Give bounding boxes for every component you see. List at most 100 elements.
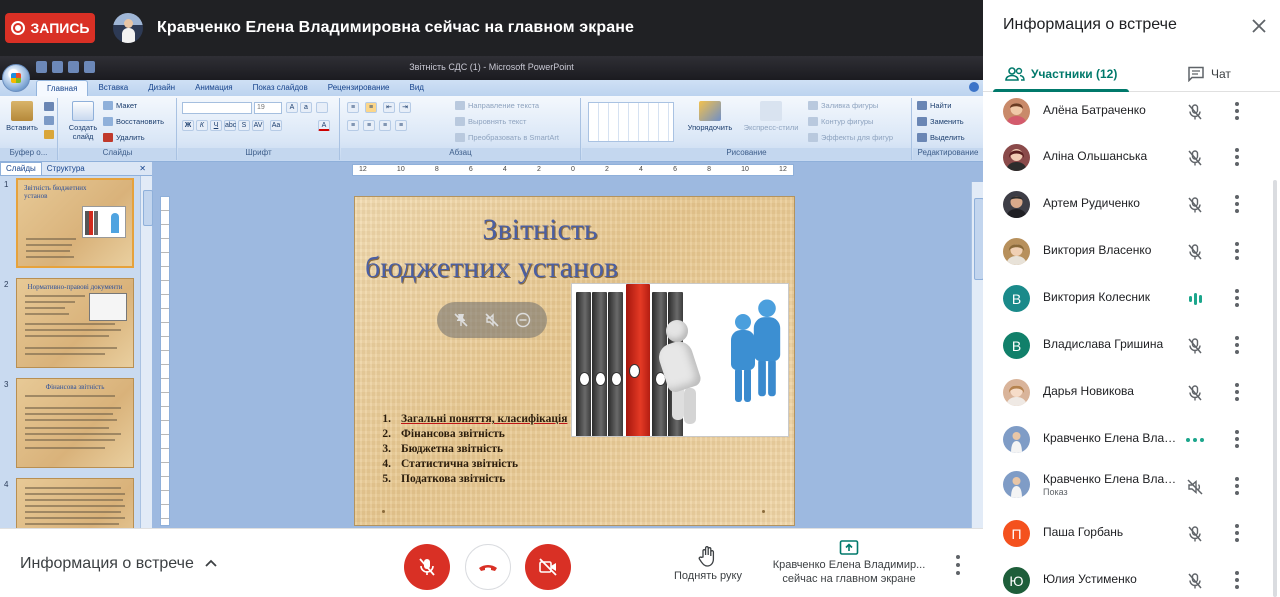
participant-row[interactable]: Кравченко Елена Влад... Показ: [983, 467, 1280, 513]
close-pane-icon: ✕: [139, 164, 146, 173]
spacing-icon: AV: [252, 120, 264, 131]
tab-participants[interactable]: Участники (12): [1005, 56, 1117, 92]
record-icon: [10, 21, 25, 35]
shape-outline-button: Контур фигуры: [808, 117, 873, 126]
slide-title-line1: Звітність: [482, 213, 598, 246]
ruler-mark: 8: [434, 166, 439, 173]
ribbon-tab-view: Вид: [409, 83, 424, 92]
group-label-paragraph: Абзац: [341, 148, 580, 160]
participant-more-icon[interactable]: [1233, 383, 1241, 401]
participant-name: Аліна Ольшанська: [1043, 149, 1148, 163]
participant-more-icon[interactable]: [1233, 148, 1241, 166]
participant-more-icon[interactable]: [1233, 102, 1241, 120]
participants-scrollbar[interactable]: [1273, 180, 1277, 597]
align-left-icon: ≡: [347, 120, 359, 131]
participant-row[interactable]: Артем Рудиченко: [983, 185, 1280, 231]
office-button-icon: [2, 64, 30, 92]
participant-row[interactable]: Виктория Власенко: [983, 232, 1280, 278]
more-options-icon[interactable]: [950, 555, 966, 575]
powerpoint-window-title: Звітність СДС (1) - Microsoft PowerPoint: [409, 62, 574, 72]
thumbnail-number: 3: [4, 380, 9, 389]
participant-more-icon[interactable]: [1233, 195, 1241, 213]
participant-row[interactable]: П Паша Горбань: [983, 514, 1280, 560]
mic-off-icon: [1183, 334, 1207, 358]
list-number: 2.: [382, 428, 391, 440]
hang-up-icon: [479, 565, 497, 571]
tab-chat[interactable]: Чат: [1187, 56, 1231, 92]
list-item: 2. Фінансова звітність: [377, 428, 567, 443]
participant-name: Паша Горбань: [1043, 525, 1124, 539]
participant-row[interactable]: В Виктория Колесник: [983, 279, 1280, 325]
list-item: 3. Бюджетна звітність: [377, 443, 567, 458]
participant-more-icon[interactable]: [1233, 430, 1241, 448]
paste-button: Вставить: [4, 101, 40, 132]
participant-row[interactable]: Ю Юлия Устименко: [983, 561, 1280, 597]
copy-icon: [44, 116, 54, 125]
mic-off-icon: [1183, 522, 1207, 546]
slide-title-line2: бюджетних установ: [365, 251, 619, 284]
list-number: 3.: [382, 443, 391, 455]
meeting-details-button[interactable]: Информация о встрече: [20, 555, 218, 573]
ribbon-group-editing: Найти Заменить Выделить Редактирование: [913, 98, 983, 160]
ruler-mark: 12: [359, 166, 367, 173]
microphone-toggle-button[interactable]: [404, 544, 450, 590]
slide-title: Звітність бюджетних установ: [355, 211, 675, 287]
placeholder-handle: [762, 510, 765, 513]
font-color-icon: A: [318, 120, 330, 131]
reset-icon: [103, 117, 113, 126]
raise-hand-button[interactable]: Поднять руку: [668, 543, 748, 582]
align-text-icon: [455, 117, 465, 126]
list-number: 5.: [382, 473, 391, 485]
case-icon: Aa: [270, 120, 282, 131]
mic-off-icon: [1183, 146, 1207, 170]
slide-thumbnail-3: Фінансова звітність: [16, 378, 134, 468]
mute-off-icon[interactable]: [483, 311, 501, 329]
participant-row[interactable]: Аліна Ольшанська: [983, 138, 1280, 184]
ribbon-tab-home: Главная: [36, 80, 89, 96]
group-label-drawing: Рисование: [582, 148, 911, 160]
avatar: Ю: [1003, 567, 1030, 594]
horizontal-ruler: 12 10 8 6 4 2 0 2 4 6 8 10 12: [352, 164, 794, 176]
grow-font-icon: A: [286, 102, 298, 113]
thumbnail-title: Нормативно-правові документи: [27, 283, 123, 291]
hand-icon: [698, 546, 715, 567]
shape-effects-label: Эффекты для фигур: [821, 133, 894, 142]
replace-icon: [917, 117, 927, 126]
chat-tab-label: Чат: [1211, 67, 1231, 81]
camera-toggle-button[interactable]: [525, 544, 571, 590]
participant-more-icon[interactable]: [1233, 242, 1241, 260]
participant-row[interactable]: Кравченко Елена Влад...: [983, 420, 1280, 466]
list-item: 1. Загальні поняття, класифікація: [377, 413, 567, 428]
participant-more-icon[interactable]: [1233, 477, 1241, 495]
pin-off-icon[interactable]: [452, 311, 470, 329]
close-icon[interactable]: [1249, 16, 1269, 36]
speaking-indicator-icon: [1183, 287, 1207, 311]
participant-row[interactable]: В Владислава Гришина: [983, 326, 1280, 372]
leave-call-button[interactable]: [465, 544, 511, 590]
select-button: Выделить: [917, 133, 965, 142]
bottom-control-bar: Информация о встрече Поднять руку Кравче…: [0, 528, 983, 597]
mic-off-icon: [1183, 193, 1207, 217]
participant-row[interactable]: Алёна Батраченко: [983, 92, 1280, 138]
find-button: Найти: [917, 101, 951, 110]
smartart-label: Преобразовать в SmartArt: [468, 133, 559, 142]
smartart-icon: [455, 133, 465, 142]
thumbnail-title: Звітність бюджетних установ: [24, 184, 87, 200]
participant-more-icon[interactable]: [1233, 571, 1241, 589]
participant-name: Дарья Новикова: [1043, 384, 1134, 398]
participant-more-icon[interactable]: [1233, 289, 1241, 307]
participant-more-icon[interactable]: [1233, 524, 1241, 542]
avatar: В: [1003, 332, 1030, 359]
arrange-icon: [699, 101, 721, 121]
thumbnails-scrollbar: [140, 176, 153, 528]
avatar: [1003, 379, 1030, 406]
presentation-status-button[interactable]: Кравченко Елена Владимир... сейчас на гл…: [766, 539, 932, 586]
participant-more-icon[interactable]: [1233, 336, 1241, 354]
help-icon: [969, 82, 979, 92]
remove-icon[interactable]: [514, 311, 532, 329]
recording-indicator[interactable]: ЗАПИСЬ: [5, 13, 95, 43]
format-painter-icon: [44, 130, 54, 139]
thumbnail-number: 1: [4, 180, 9, 189]
participant-row[interactable]: Дарья Новикова: [983, 373, 1280, 419]
participant-name: Кравченко Елена Влад...: [1043, 472, 1181, 486]
